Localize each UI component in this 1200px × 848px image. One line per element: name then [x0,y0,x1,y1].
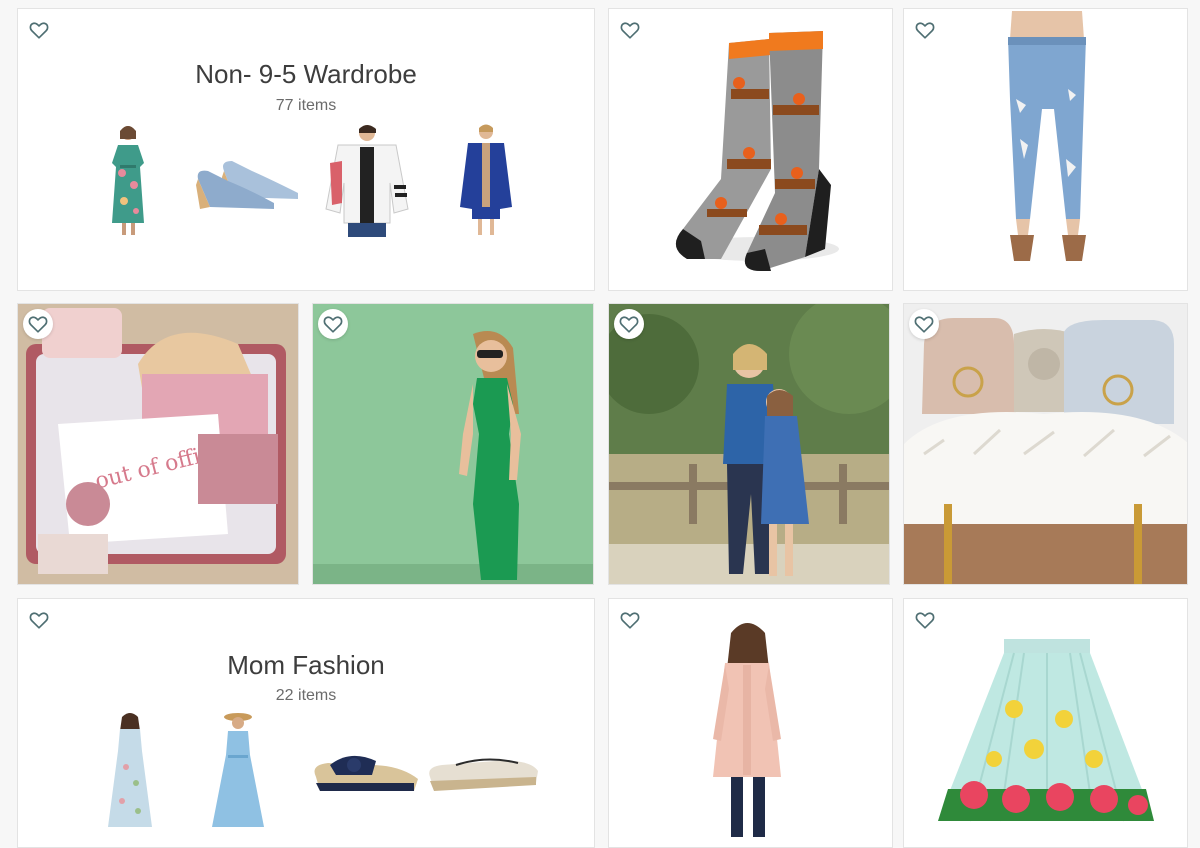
collection-thumb-blue-coat [456,123,516,239]
product-image-socks [675,31,839,271]
product-image-pink-coat [713,623,781,837]
favorite-heart-icon[interactable] [24,605,54,635]
collection-item-count: 77 items [275,97,337,114]
product-image-jeans [1008,11,1086,261]
photo-card-mother-daughter[interactable] [608,303,890,585]
favorite-heart-icon[interactable] [909,309,939,339]
product-card-pink-coat[interactable] [608,598,893,848]
collection-thumb-canvas-espadrilles [426,747,540,797]
collection-thumb-blue-maxi-dress [208,711,268,829]
photo-suitcase: out of office [18,304,298,584]
favorite-heart-icon[interactable] [614,309,644,339]
favorite-heart-icon[interactable] [23,309,53,339]
collection-title[interactable]: Non- 9-5 Wardrobe [18,59,594,90]
collection-card-mom-fashion[interactable]: Mom Fashion 22 items [17,598,595,848]
collection-thumb-floral-maxi-dress [102,711,158,829]
product-card-floral-skirt[interactable] [903,598,1188,848]
favorite-heart-icon[interactable] [910,15,940,45]
favorite-heart-icon[interactable] [615,15,645,45]
product-image-floral-skirt [938,639,1154,822]
photo-card-packed-suitcase[interactable]: out of office [17,303,299,585]
photo-card-handbags[interactable] [903,303,1188,585]
collection-item-count: 22 items [275,687,337,704]
collection-thumb-denim-wedge-shoes [194,149,304,213]
favorite-heart-icon[interactable] [910,605,940,635]
favorite-heart-icon[interactable] [615,605,645,635]
favorite-heart-icon[interactable] [318,309,348,339]
photo-woman-green-dress [313,304,593,584]
collection-thumb-bomber-jacket [324,123,410,237]
collection-thumb-navy-bow-sandals [310,743,422,797]
collection-title[interactable]: Mom Fashion [18,650,594,681]
favorite-heart-icon[interactable] [24,15,54,45]
product-card-skinny-jeans[interactable] [903,8,1188,291]
product-card-red-panda-socks[interactable] [608,8,893,291]
collection-thumb-floral-dress [98,123,158,239]
collection-card-non-9-5-wardrobe[interactable]: Non- 9-5 Wardrobe 77 items [17,8,595,291]
photo-handbags-fur-chair [904,304,1187,584]
photo-card-green-dress[interactable] [312,303,594,585]
photo-mother-daughter [609,304,889,584]
